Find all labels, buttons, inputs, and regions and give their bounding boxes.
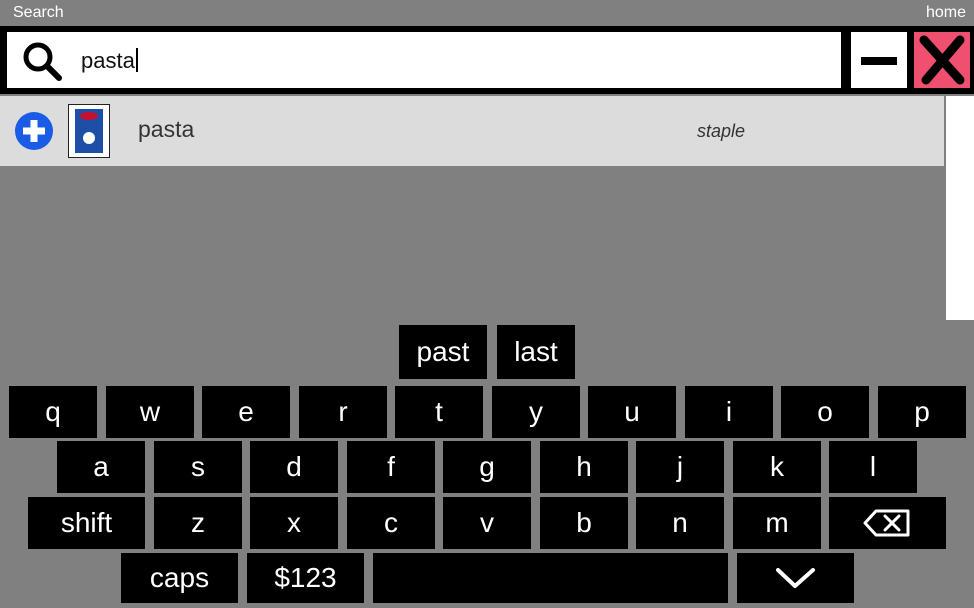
key-o[interactable]: o [781, 386, 869, 438]
clear-button[interactable] [850, 31, 908, 89]
result-name: pasta [138, 116, 195, 142]
key-p[interactable]: p [878, 386, 966, 438]
key-m[interactable]: m [733, 497, 821, 549]
search-query: pasta [81, 48, 138, 74]
key-s[interactable]: s [154, 441, 242, 493]
suggestion-last[interactable]: last [497, 325, 575, 379]
key-h[interactable]: h [540, 441, 628, 493]
key-r[interactable]: r [299, 386, 387, 438]
key-j[interactable]: j [636, 441, 724, 493]
key-g[interactable]: g [443, 441, 531, 493]
space-key[interactable] [373, 553, 728, 603]
result-tag: staple [697, 121, 746, 141]
key-d[interactable]: d [250, 441, 338, 493]
key-n[interactable]: n [636, 497, 724, 549]
key-e[interactable]: e [202, 386, 290, 438]
key-numbers[interactable]: $123 [247, 553, 364, 603]
search-icon [23, 42, 62, 81]
page-title: Search [13, 4, 64, 21]
search-bar: pasta [0, 26, 974, 94]
top-bar: Search home [0, 0, 974, 26]
key-z[interactable]: z [154, 497, 242, 549]
product-thumbnail [68, 104, 110, 158]
hide-keyboard-key[interactable] [737, 553, 854, 603]
backspace-key[interactable] [829, 497, 946, 549]
close-button[interactable] [913, 31, 971, 89]
key-a[interactable]: a [57, 441, 145, 493]
key-x[interactable]: x [250, 497, 338, 549]
suggestion-past[interactable]: past [399, 325, 487, 379]
key-y[interactable]: y [492, 386, 580, 438]
key-q[interactable]: q [9, 386, 97, 438]
key-caps[interactable]: caps [121, 553, 238, 603]
text-caret [135, 48, 138, 72]
key-l[interactable]: l [829, 441, 917, 493]
close-icon [919, 35, 965, 85]
add-icon[interactable] [14, 111, 54, 151]
key-u[interactable]: u [588, 386, 676, 438]
chevron-down-icon [776, 568, 815, 588]
search-input[interactable]: pasta [6, 31, 842, 89]
result-row[interactable]: pasta staple [0, 96, 944, 166]
backspace-icon [863, 509, 909, 537]
scrollbar[interactable] [946, 96, 974, 320]
key-v[interactable]: v [443, 497, 531, 549]
key-i[interactable]: i [685, 386, 773, 438]
key-k[interactable]: k [733, 441, 821, 493]
key-shift[interactable]: shift [28, 497, 145, 549]
home-link[interactable]: home [926, 4, 966, 22]
key-b[interactable]: b [540, 497, 628, 549]
key-w[interactable]: w [106, 386, 194, 438]
key-t[interactable]: t [395, 386, 483, 438]
minus-icon [861, 57, 897, 65]
key-f[interactable]: f [347, 441, 435, 493]
key-c[interactable]: c [347, 497, 435, 549]
